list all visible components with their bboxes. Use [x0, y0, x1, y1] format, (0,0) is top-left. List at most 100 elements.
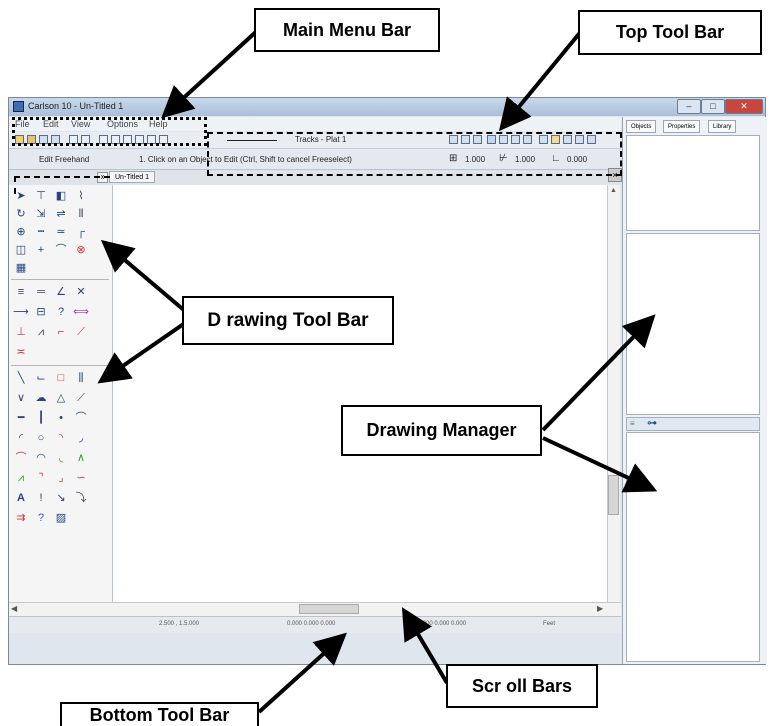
circle-icon[interactable]: ○	[31, 429, 51, 447]
arc-icon[interactable]: ◜	[11, 429, 31, 447]
dimension-icon[interactable]: ≡	[11, 283, 31, 301]
layer-list-icon[interactable]: ≡	[630, 419, 635, 428]
objects-panel[interactable]	[626, 135, 760, 231]
minimize-button[interactable]: –	[677, 99, 701, 114]
horizontal-scroll-thumb[interactable]	[299, 604, 359, 614]
vertical-scrollbar[interactable]: ▲	[607, 185, 620, 602]
layers-panel-header: ≡ ⊶	[626, 417, 760, 431]
corner-icon[interactable]: ┌	[71, 223, 91, 241]
cloud-icon[interactable]: ☁	[31, 389, 51, 407]
leader-icon[interactable]: ↘	[51, 489, 71, 507]
callout-scroll-bars: Scr oll Bars	[446, 664, 598, 708]
bottom-toolbar: 2.500 , 1.5.000 0.000 0.000 0.000 Al: 0.…	[9, 616, 621, 633]
status-units: Feet	[543, 621, 556, 627]
layers-panel[interactable]	[626, 432, 760, 662]
arc-tangent-icon[interactable]: ⌒	[71, 409, 91, 427]
mirror-icon[interactable]: ⇌	[51, 205, 71, 223]
delete-icon[interactable]: ⊗	[71, 241, 91, 259]
document-tab[interactable]: Un-Titled 1	[109, 171, 155, 183]
query-icon[interactable]: ?	[51, 303, 71, 321]
arc-start-end-icon[interactable]: ◞	[71, 429, 91, 447]
vertical-dim-icon[interactable]: ⊥	[11, 323, 31, 341]
extend-icon[interactable]: ⟶	[11, 303, 31, 321]
hatch-icon[interactable]: ⩘	[31, 323, 51, 341]
text-size-icon[interactable]: ⫼	[71, 369, 91, 387]
tab-objects[interactable]: Objects	[626, 120, 657, 133]
horizontal-line-icon[interactable]: ━	[11, 409, 31, 427]
status-coordinates: 2.500 , 1.5.000	[159, 621, 200, 627]
add-point-icon[interactable]: +	[31, 241, 51, 259]
line-icon[interactable]: ╲	[11, 369, 31, 387]
palette-divider	[11, 279, 109, 280]
edit-mode-label[interactable]: Edit Freehand	[39, 155, 89, 164]
block-icon[interactable]: ◫	[11, 241, 31, 259]
curve-corner-icon[interactable]: ⌝	[31, 469, 51, 487]
zigzag-icon[interactable]: ⩘	[11, 469, 31, 487]
top-toolbar-highlight	[207, 132, 622, 176]
callout-icon[interactable]: ⤵	[71, 489, 91, 507]
tab-properties[interactable]: Properties	[663, 120, 701, 133]
palette-divider	[11, 365, 109, 366]
window-title: Carlson 10 - Un-Titled 1	[28, 101, 124, 111]
app-logo-icon	[13, 101, 24, 112]
polyline-icon[interactable]: ⌙	[31, 369, 51, 387]
break-icon[interactable]: ⟺	[71, 303, 91, 321]
drawing-toolbar-highlight	[14, 176, 110, 194]
symbol-icon[interactable]: ?	[31, 509, 51, 527]
scroll-up-icon[interactable]: ▲	[610, 187, 617, 194]
callout-drawing-tool-bar: D rawing Tool Bar	[182, 296, 394, 345]
callout-main-menu-bar: Main Menu Bar	[254, 8, 440, 52]
title-bar: Carlson 10 - Un-Titled 1 – □ ✕	[9, 98, 765, 116]
explode-icon[interactable]: ▦	[11, 259, 31, 277]
image-icon[interactable]: ▨	[51, 509, 71, 527]
angle-line-icon[interactable]: ∨	[11, 389, 31, 407]
rotate-icon[interactable]: ↻	[11, 205, 31, 223]
slope-icon[interactable]: ⟋	[71, 389, 91, 407]
stretch-icon[interactable]: ≍	[11, 343, 31, 361]
measure-icon[interactable]: ⊟	[31, 303, 51, 321]
main-menu-highlight	[12, 117, 207, 146]
parallel-icon[interactable]: ═	[31, 283, 51, 301]
app-window: Carlson 10 - Un-Titled 1 – □ ✕ File Edit…	[8, 97, 767, 665]
close-button[interactable]: ✕	[725, 99, 763, 114]
wave-icon[interactable]: ∧	[71, 449, 91, 467]
trim-icon[interactable]: ✕	[71, 283, 91, 301]
drawing-manager: Objects Properties Library ≡ ⊶	[622, 117, 767, 664]
tab-library[interactable]: Library	[708, 120, 737, 133]
status-offset: 0.000 0.000 0.000	[287, 621, 336, 627]
align-icon[interactable]: ⫴	[71, 205, 91, 223]
offset-icon[interactable]: ≃	[51, 223, 71, 241]
horizontal-scrollbar[interactable]: ◀ ▶	[9, 602, 621, 616]
freehand-icon[interactable]: ∽	[71, 469, 91, 487]
arc-3pt-icon[interactable]: ◝	[51, 429, 71, 447]
drawing-canvas[interactable]	[113, 185, 619, 602]
status-absolute: Al: 0.000 0.000 0.000	[409, 621, 467, 627]
callout-bottom-tool-bar: Bottom Tool Bar	[60, 702, 259, 726]
label-icon[interactable]: !	[31, 489, 51, 507]
spiral-icon[interactable]: ◠	[31, 449, 51, 467]
scale-icon[interactable]: ⇲	[31, 205, 51, 223]
vertical-line-icon[interactable]: ┃	[31, 409, 51, 427]
dashed-line-icon[interactable]: ┅	[31, 223, 51, 241]
angle-dim-icon[interactable]: ∠	[51, 283, 71, 301]
fillet-icon[interactable]: ⌐	[51, 323, 71, 341]
scroll-right-icon[interactable]: ▶	[597, 604, 603, 613]
point-icon[interactable]: •	[51, 409, 71, 427]
curve-icon[interactable]: ⌒	[11, 449, 31, 467]
drawing-toolbar: ➤ ⊤ ◧ ⌇ ↻ ⇲ ⇌ ⫴ ⊕ ┅ ≃ ┌ ◫ + ⌒ ⊗ ▦ ≡ ═ ∠ …	[9, 185, 113, 605]
layer-tree-icon[interactable]: ⊶	[647, 418, 657, 429]
vertical-scroll-thumb[interactable]	[608, 475, 619, 515]
curve-end-icon[interactable]: ⌟	[51, 469, 71, 487]
snap-target-icon[interactable]: ⊕	[11, 223, 31, 241]
maximize-button[interactable]: □	[701, 99, 725, 114]
scroll-left-icon[interactable]: ◀	[11, 604, 17, 613]
callout-drawing-manager: Drawing Manager	[341, 405, 542, 456]
spline-icon[interactable]: ◟	[51, 449, 71, 467]
north-arrow-icon[interactable]: ⇉	[11, 509, 31, 527]
triangle-icon[interactable]: △	[51, 389, 71, 407]
chamfer-icon[interactable]: ⟋	[71, 323, 91, 341]
rectangle-icon[interactable]: □	[51, 369, 71, 387]
text-icon[interactable]: A	[11, 489, 31, 507]
join-icon[interactable]: ⌒	[51, 241, 71, 259]
properties-panel[interactable]	[626, 233, 760, 415]
